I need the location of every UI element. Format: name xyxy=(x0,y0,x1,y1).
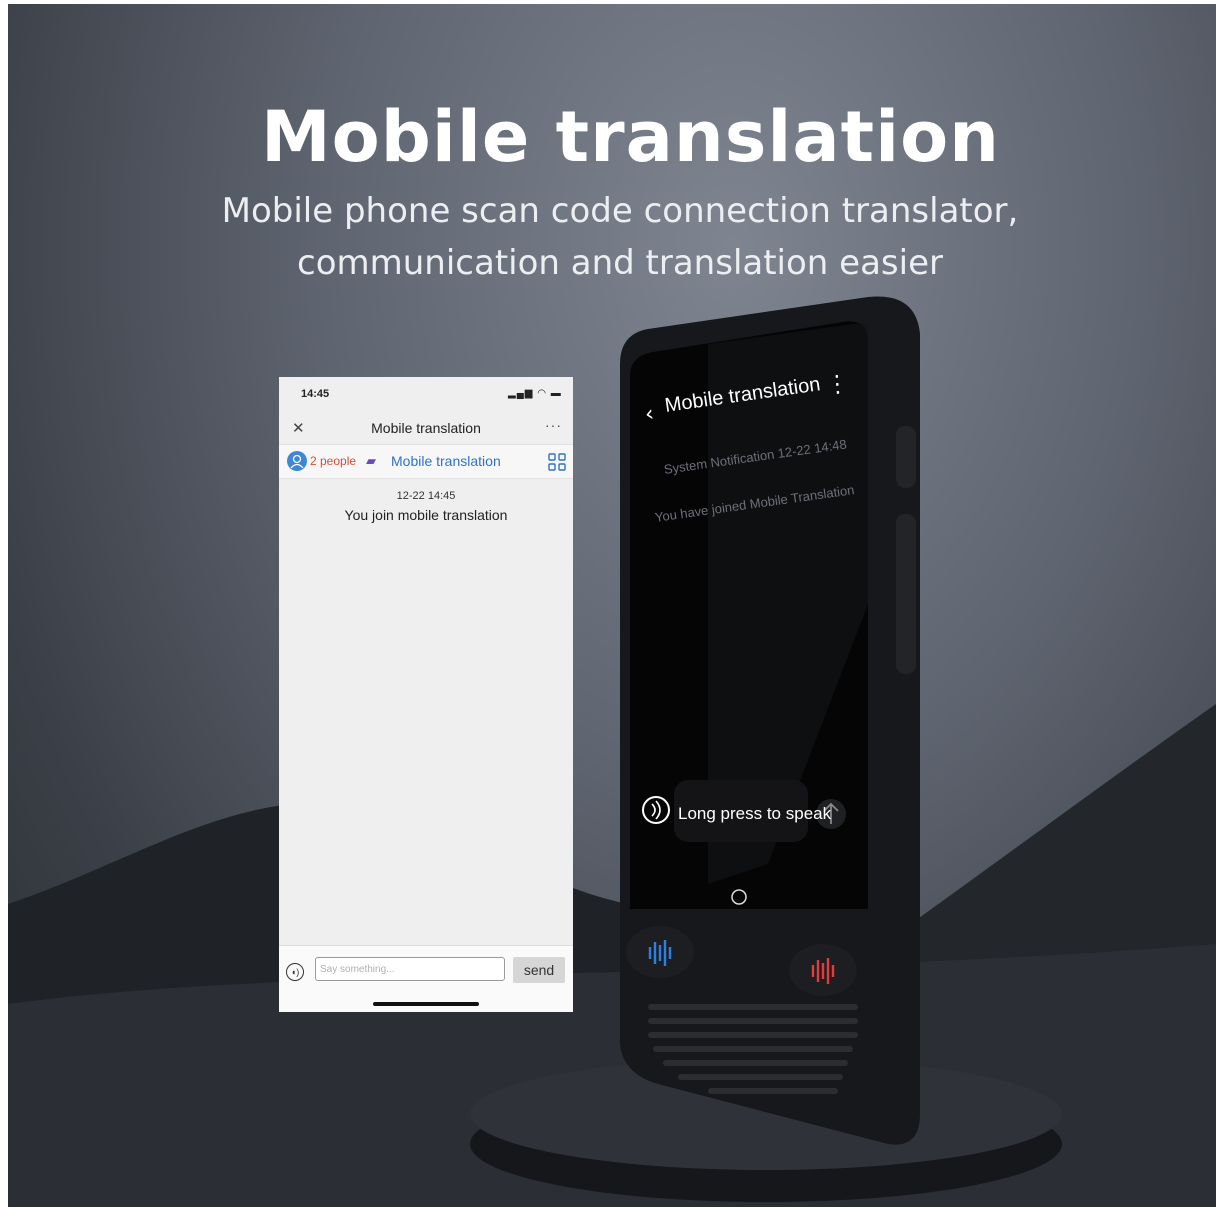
send-button[interactable]: send xyxy=(513,957,565,983)
signal-wifi-battery-icon: ▂▄▆ ◠ ▬ xyxy=(508,388,562,399)
chat-bubbles-icon: ▰ xyxy=(366,453,376,468)
product-banner: Mobile translation Mobile phone scan cod… xyxy=(8,4,1216,1207)
qr-code-icon[interactable] xyxy=(548,453,566,471)
session-info-bar: 2 people ▰ Mobile translation xyxy=(279,444,573,479)
home-indicator xyxy=(373,1002,479,1006)
people-icon[interactable] xyxy=(287,451,307,471)
session-name: Mobile translation xyxy=(391,453,501,469)
mobile-app-screenshot: 14:45 ▂▄▆ ◠ ▬ ✕ Mobile translation ··· 2… xyxy=(279,377,573,1012)
subtitle-line-2: communication and translation easier xyxy=(297,243,943,283)
long-press-speak-label[interactable]: Long press to speak xyxy=(678,804,831,824)
system-message: You join mobile translation xyxy=(344,507,508,523)
more-icon[interactable]: ··· xyxy=(545,417,562,433)
app-title: Mobile translation xyxy=(371,420,481,436)
headline: Mobile translation xyxy=(260,96,1001,178)
background-scene xyxy=(8,296,1216,1207)
message-timestamp: 12-22 14:45 xyxy=(396,490,456,502)
participants-count[interactable]: 2 people xyxy=(310,454,356,468)
power-button xyxy=(896,426,916,488)
app-title-bar: ✕ Mobile translation ··· xyxy=(279,413,573,443)
message-input-bar: ◖) Say something... send xyxy=(279,945,573,1012)
voice-input-icon[interactable]: ◖) xyxy=(286,963,304,981)
subtitle-line-1: Mobile phone scan code connection transl… xyxy=(221,191,1019,231)
status-time: 14:45 xyxy=(301,388,330,400)
volume-button xyxy=(896,514,916,674)
message-input[interactable]: Say something... xyxy=(315,957,505,981)
status-bar: 14:45 ▂▄▆ ◠ ▬ xyxy=(279,377,573,413)
